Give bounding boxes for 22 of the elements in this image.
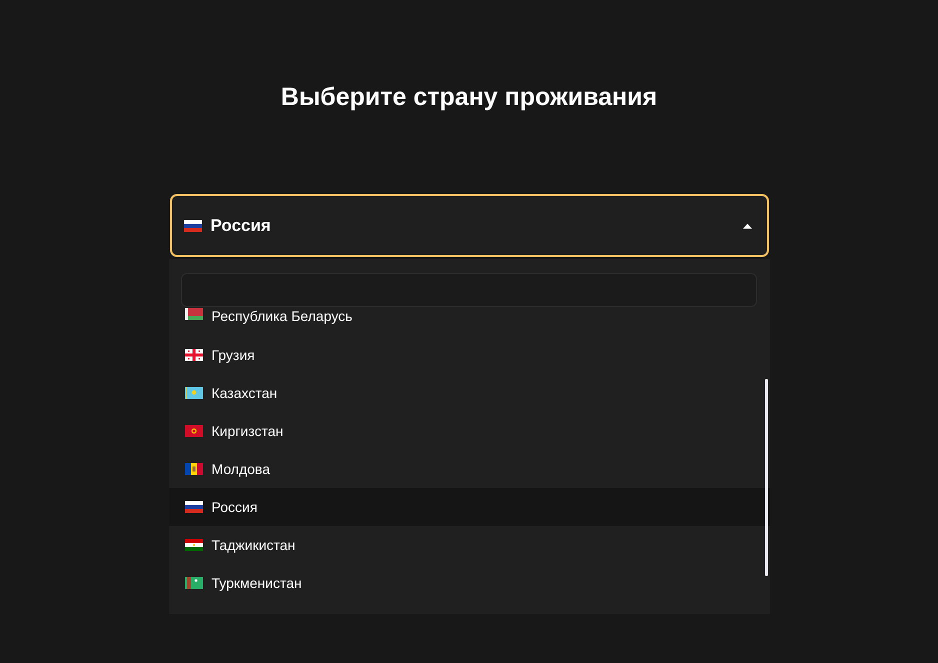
page-title: Выберите страну проживания: [280, 82, 658, 113]
country-option[interactable]: Таджикистан: [168, 526, 770, 564]
country-option[interactable]: Туркменистан: [168, 564, 770, 602]
flag-icon: [184, 349, 202, 361]
flag-icon: [184, 220, 202, 232]
country-select[interactable]: Россия: [170, 194, 768, 257]
country-option[interactable]: Россия: [168, 488, 770, 526]
country-option[interactable]: Казахстан: [168, 374, 770, 412]
country-option[interactable]: Республика Беларусь: [168, 307, 770, 336]
flag-icon: [184, 463, 202, 475]
scrollbar[interactable]: [764, 379, 768, 576]
search-field[interactable]: [180, 273, 756, 307]
flag-icon: [184, 539, 202, 551]
flag-icon: [184, 387, 202, 399]
flag-icon: [184, 501, 202, 513]
caret-icon: [742, 222, 752, 230]
flag-icon: [184, 577, 202, 589]
country-option[interactable]: Грузия: [168, 336, 770, 374]
flag-icon: [184, 308, 202, 320]
country-option[interactable]: Молдова: [168, 450, 770, 488]
country-option[interactable]: Киргизстан: [168, 412, 770, 450]
flag-icon: [184, 425, 202, 437]
